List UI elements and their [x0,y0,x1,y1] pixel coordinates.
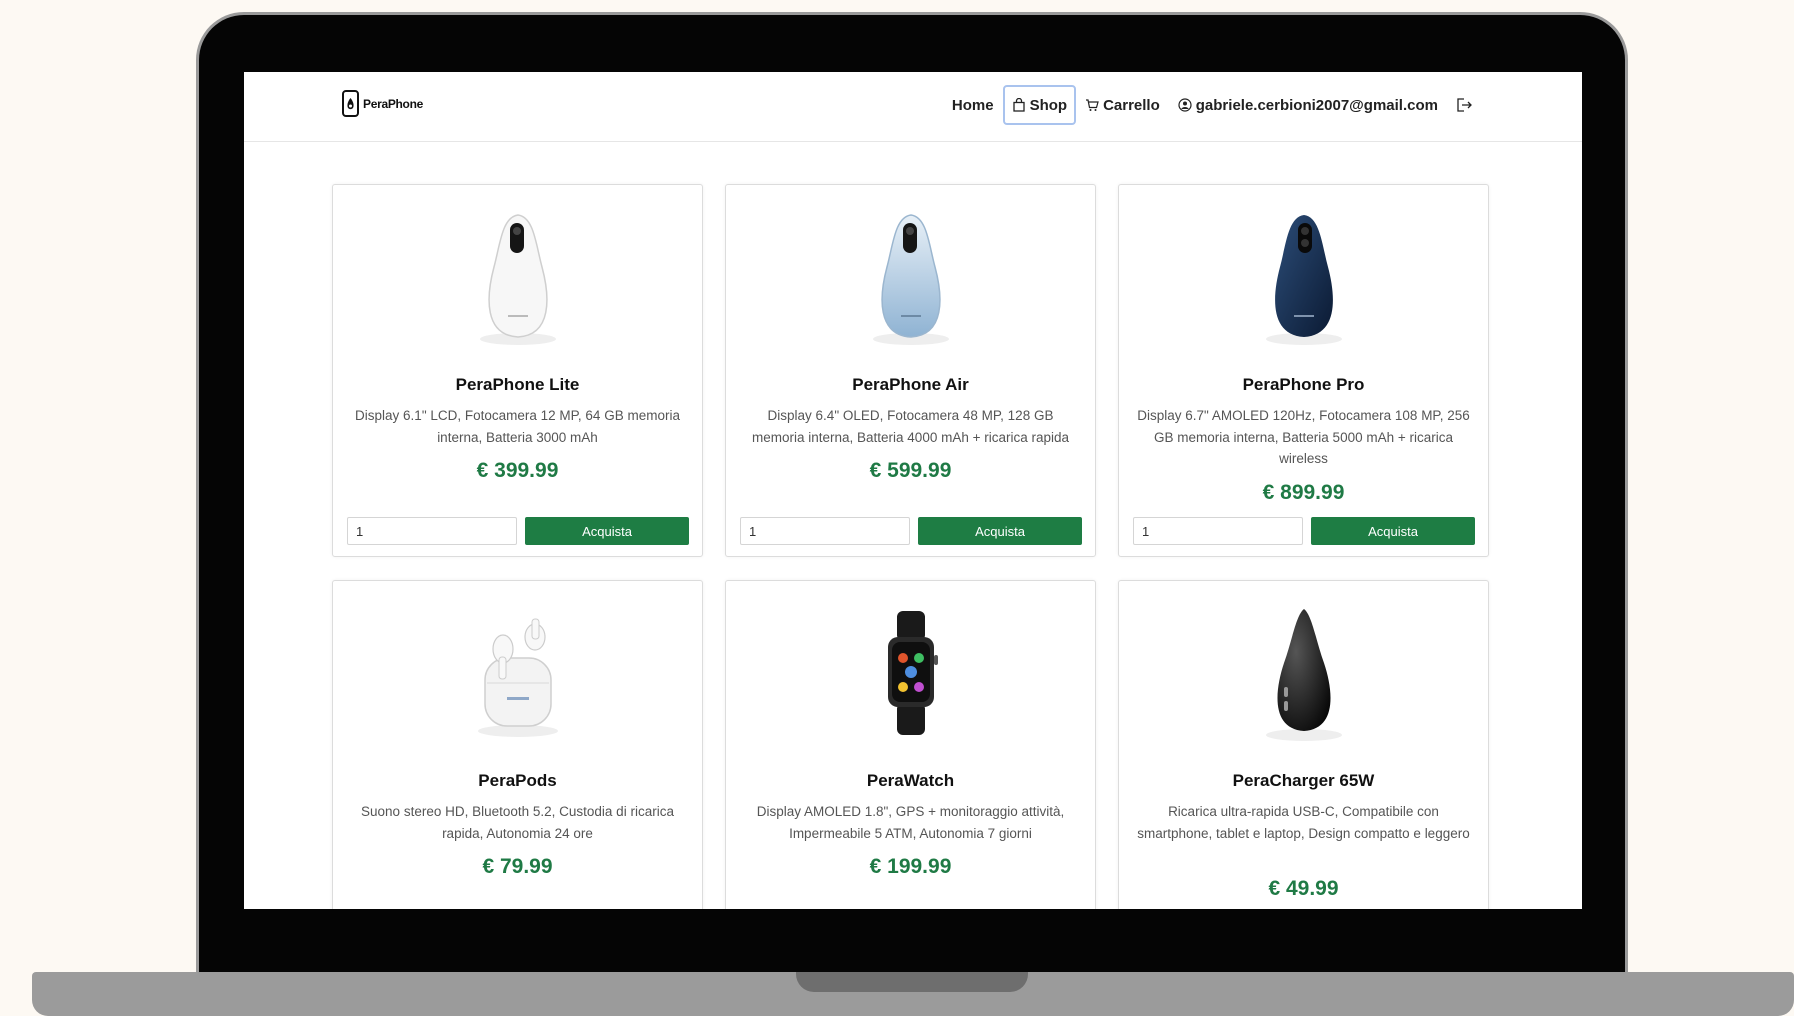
pear-phone-logo-icon [342,90,359,117]
product-description: Display AMOLED 1.8", GPS + monitoraggio … [756,804,1065,841]
nav-shop-link[interactable]: Shop [1002,85,1077,125]
nav-cart-link[interactable]: Carrello [1076,87,1169,123]
product-description: Suono stereo HD, Bluetooth 5.2, Custodia… [361,804,674,841]
earbuds-case-image [477,618,558,737]
browser-viewport: PeraPhone Home Shop Carrello gabriele.ce… [244,72,1582,909]
logout-button[interactable] [1447,87,1482,123]
product-description: Display 6.4" OLED, Fotocamera 48 MP, 128… [751,408,1070,445]
white-pear-phone-image [479,214,556,345]
nav-menu: Home Shop Carrello gabriele.cerbioni2007… [943,84,1482,126]
brand-logo-link[interactable]: PeraPhone [342,90,423,117]
navy-pear-phone-image [1265,215,1342,345]
product-card: PeraPhone Pro Display 6.7" AMOLED 120Hz,… [1118,184,1489,557]
product-card: PeraPods Suono stereo HD, Bluetooth 5.2,… [332,580,703,909]
product-name: PeraPhone Pro [1242,375,1365,394]
black-pear-charger-image [1265,609,1342,741]
product-description: Ricarica ultra-rapida USB-C, Compatibile… [1137,804,1470,841]
nav-shop-label: Shop [1029,96,1068,114]
nav-home-link[interactable]: Home [943,87,1003,123]
product-name: PeraPods [478,771,557,790]
navbar: PeraPhone Home Shop Carrello gabriele.ce… [244,72,1582,142]
product-price: € 399.99 [476,459,559,482]
user-circle-icon [1178,98,1192,112]
buy-button[interactable]: Acquista [525,517,689,545]
quantity-input[interactable] [1133,517,1303,545]
buy-button[interactable]: Acquista [918,517,1082,545]
product-price: € 599.99 [869,459,952,482]
product-price: € 899.99 [1262,481,1345,504]
nav-user-profile[interactable]: gabriele.cerbioni2007@gmail.com [1169,87,1447,123]
light-blue-pear-phone-image [872,214,949,345]
shopping-bag-icon [1012,98,1025,112]
product-card: PeraWatch Display AMOLED 1.8", GPS + mon… [725,580,1096,909]
user-email: gabriele.cerbioni2007@gmail.com [1195,96,1438,114]
smartwatch-image [887,611,938,735]
product-description: Display 6.7" AMOLED 120Hz, Fotocamera 10… [1137,408,1470,466]
brand-name: PeraPhone [363,96,423,111]
quantity-input[interactable] [740,517,910,545]
quantity-input[interactable] [347,517,517,545]
logout-icon [1457,98,1472,112]
product-price: € 79.99 [482,855,553,878]
product-name: PeraWatch [866,771,955,790]
product-description: Display 6.1" LCD, Fotocamera 12 MP, 64 G… [355,408,680,445]
product-card: PeraPhone Air Display 6.4" OLED, Fotocam… [725,184,1096,557]
laptop-notch [796,972,1028,992]
nav-home-label: Home [951,96,994,114]
product-name: PeraPhone Air [852,375,969,394]
buy-button[interactable]: Acquista [1311,517,1475,545]
nav-cart-label: Carrello [1103,96,1160,114]
product-name: PeraPhone Lite [455,375,580,394]
product-price: € 49.99 [1268,877,1339,900]
product-card: PeraCharger 65W Ricarica ultra-rapida US… [1118,580,1489,909]
product-card: PeraPhone Lite Display 6.1" LCD, Fotocam… [332,184,703,557]
product-name: PeraCharger 65W [1232,771,1375,790]
cart-icon [1086,99,1099,111]
product-price: € 199.99 [869,855,952,878]
